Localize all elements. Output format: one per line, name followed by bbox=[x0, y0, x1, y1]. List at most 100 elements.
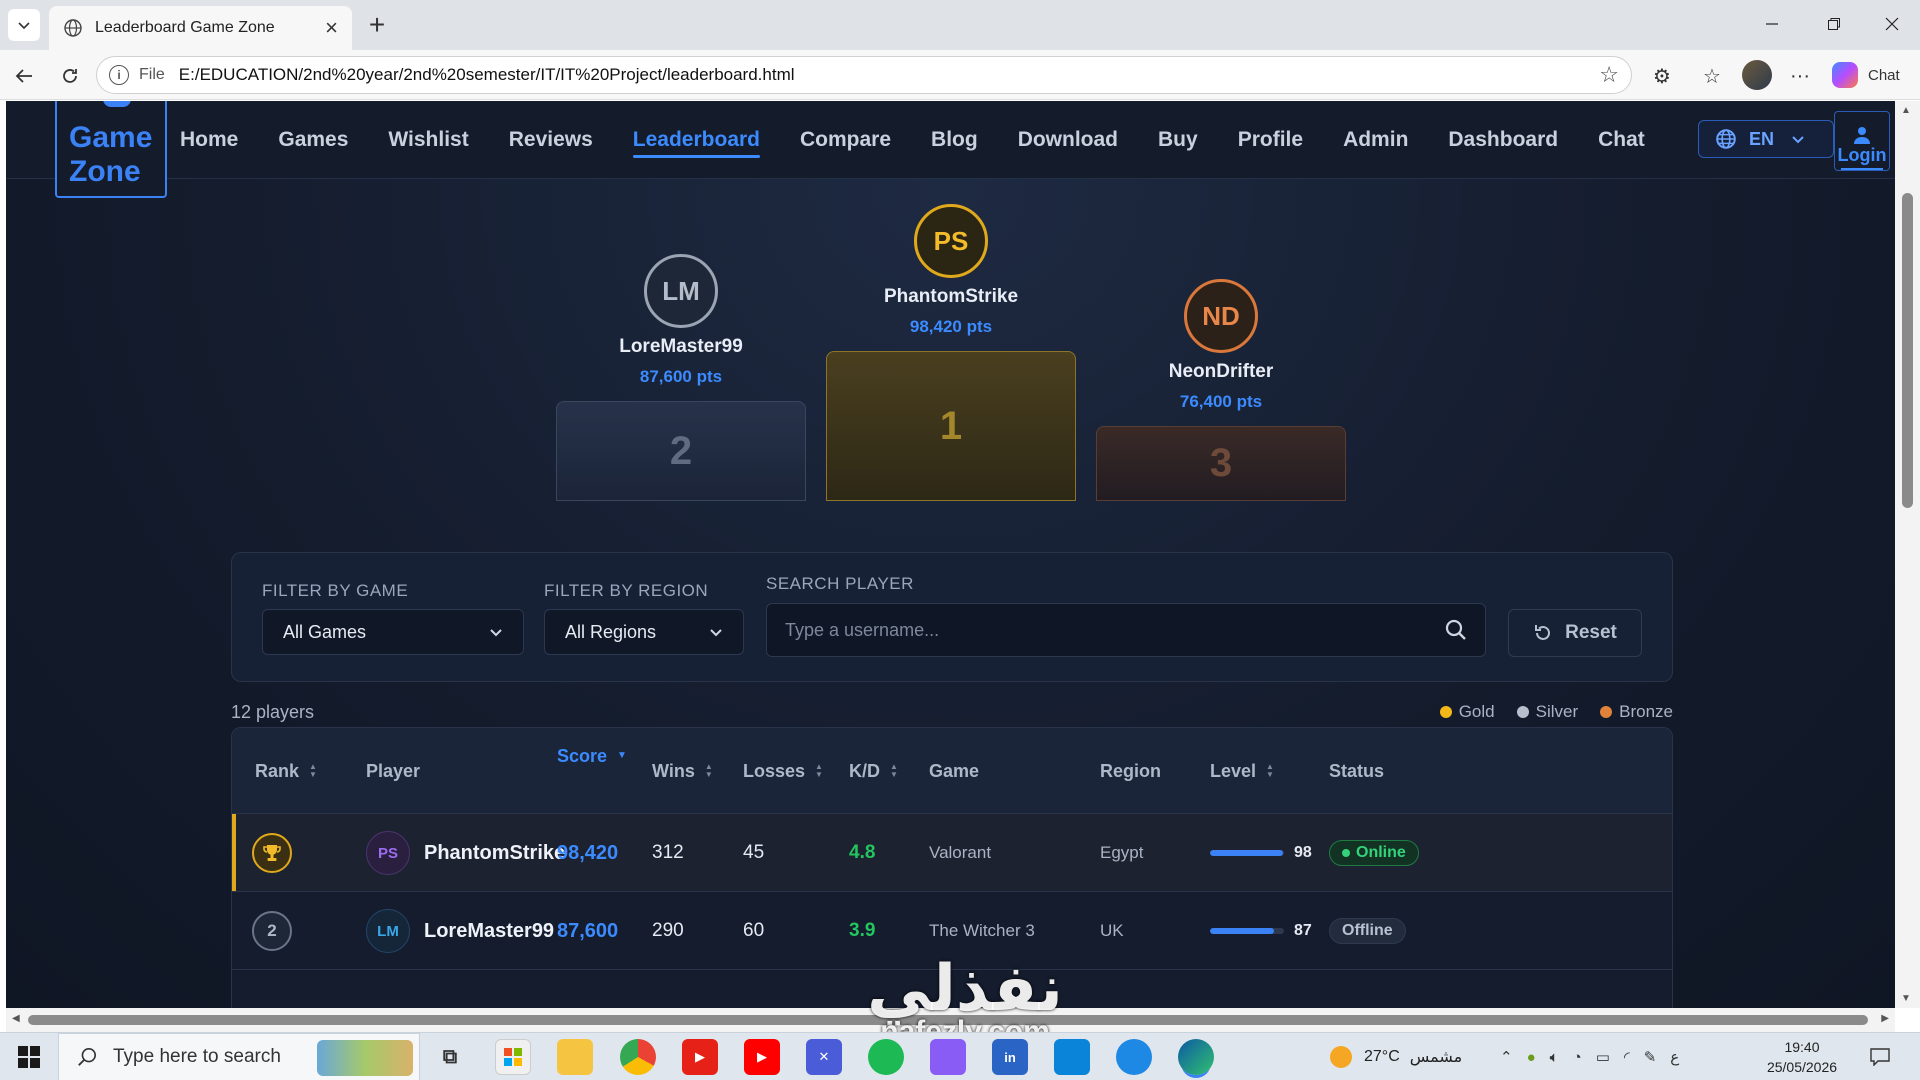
system-clock[interactable]: 19:40 25/05/2026 bbox=[1762, 1037, 1842, 1077]
vertical-scroll-thumb[interactable] bbox=[1902, 193, 1913, 508]
player-cell[interactable]: LM LoreMaster99 bbox=[366, 892, 554, 970]
pen-icon[interactable]: ✎ bbox=[1644, 1048, 1657, 1066]
nav-chat[interactable]: Chat bbox=[1598, 128, 1645, 152]
notifications-icon[interactable] bbox=[1866, 1043, 1894, 1071]
reset-button[interactable]: Reset bbox=[1508, 609, 1642, 657]
tray-chevron-icon[interactable]: ⌃ bbox=[1500, 1048, 1513, 1066]
col-score[interactable]: Score ▼ bbox=[557, 728, 627, 814]
nav-wishlist[interactable]: Wishlist bbox=[388, 128, 468, 152]
nav-profile[interactable]: Profile bbox=[1238, 128, 1303, 152]
network-icon[interactable]: ◔ bbox=[1573, 1049, 1582, 1066]
table-row[interactable] bbox=[232, 970, 1672, 1008]
store-icon[interactable] bbox=[495, 1039, 531, 1075]
region-cell: UK bbox=[1100, 921, 1124, 940]
col-wins[interactable]: Wins ▲ ▼ bbox=[652, 728, 713, 814]
level-bar bbox=[1210, 850, 1284, 856]
brand-logo[interactable]: Game Zone bbox=[55, 101, 167, 198]
app-blue-icon[interactable] bbox=[1116, 1039, 1152, 1075]
chrome-icon[interactable] bbox=[620, 1039, 656, 1075]
linkedin-icon[interactable]: in bbox=[992, 1039, 1028, 1075]
nav-compare[interactable]: Compare bbox=[800, 128, 891, 152]
tab-list-button[interactable] bbox=[8, 9, 40, 41]
horizontal-scroll-thumb[interactable] bbox=[28, 1015, 1868, 1025]
nav-blog[interactable]: Blog bbox=[931, 128, 978, 152]
col-rank[interactable]: Rank ▲ ▼ bbox=[255, 728, 317, 814]
losses-cell: 60 bbox=[743, 920, 765, 941]
close-window-button[interactable] bbox=[1872, 6, 1912, 42]
nav-admin[interactable]: Admin bbox=[1343, 128, 1408, 152]
url-scheme: File bbox=[139, 66, 165, 83]
youtube-app-icon[interactable]: ▶ bbox=[682, 1039, 718, 1075]
tab-close-icon[interactable]: × bbox=[325, 15, 338, 41]
language-label: EN bbox=[1749, 128, 1775, 149]
search-player-input[interactable]: Type a username... bbox=[766, 603, 1486, 657]
trophy-icon bbox=[252, 833, 292, 873]
new-tab-button[interactable]: + bbox=[362, 9, 392, 40]
nav-buy[interactable]: Buy bbox=[1158, 128, 1198, 152]
address-bar[interactable]: i File E:/EDUCATION/2nd%20year/2nd%20sem… bbox=[96, 56, 1632, 94]
legend-silver-label: Silver bbox=[1535, 702, 1579, 721]
favorite-star-icon[interactable]: ☆ bbox=[1599, 62, 1619, 88]
podium-second-avatar: LM bbox=[644, 254, 718, 328]
scroll-up-icon[interactable]: ▲ bbox=[1901, 105, 1911, 116]
podium-third-player[interactable]: ND NeonDrifter 76,400 pts bbox=[1091, 279, 1351, 412]
copilot-chat-button[interactable]: Chat bbox=[1832, 60, 1900, 90]
nav-reviews[interactable]: Reviews bbox=[509, 128, 593, 152]
capcut-icon[interactable]: ✕ bbox=[806, 1039, 842, 1075]
nav-leaderboard[interactable]: Leaderboard bbox=[632, 128, 761, 158]
battery-icon[interactable]: ▭ bbox=[1596, 1048, 1610, 1066]
col-level[interactable]: Level ▲ ▼ bbox=[1210, 728, 1274, 814]
browser-tab[interactable]: Leaderboard Game Zone × bbox=[49, 6, 352, 50]
favorites-icon[interactable]: ☆ bbox=[1698, 62, 1726, 90]
site-header: Game Zone Home Games Wishlist Reviews Le… bbox=[6, 101, 1895, 198]
filter-game-select[interactable]: All Games bbox=[262, 609, 524, 655]
losses-cell: 45 bbox=[743, 842, 765, 863]
minimize-button[interactable] bbox=[1752, 6, 1792, 42]
file-explorer-icon[interactable] bbox=[557, 1039, 593, 1075]
scroll-down-icon[interactable]: ▼ bbox=[1901, 993, 1911, 1004]
input-language[interactable]: ع bbox=[1670, 1048, 1679, 1066]
vscode-icon[interactable] bbox=[930, 1039, 966, 1075]
weather-widget[interactable]: 27°C مشمس bbox=[1330, 1033, 1462, 1080]
restore-button[interactable] bbox=[1814, 6, 1854, 42]
more-menu-icon[interactable]: ··· bbox=[1786, 62, 1814, 90]
edge-icon[interactable] bbox=[1178, 1039, 1214, 1075]
youtube-icon[interactable]: ▶ bbox=[744, 1039, 780, 1075]
vertical-scrollbar[interactable]: ▲ ▼ bbox=[1895, 101, 1920, 1008]
start-button[interactable] bbox=[0, 1033, 58, 1080]
globe-icon bbox=[64, 19, 82, 37]
col-kd[interactable]: K/D ▲ ▼ bbox=[849, 728, 898, 814]
scroll-right-icon[interactable]: ▶ bbox=[1881, 1013, 1889, 1024]
back-button[interactable] bbox=[8, 60, 40, 92]
url-text[interactable]: E:/EDUCATION/2nd%20year/2nd%20semester/I… bbox=[179, 65, 1599, 85]
filter-region-select[interactable]: All Regions bbox=[544, 609, 744, 655]
scroll-left-icon[interactable]: ◀ bbox=[12, 1013, 20, 1024]
table-row[interactable]: PS PhantomStrike 98,420 312 45 4.8 Valor… bbox=[232, 814, 1672, 892]
podium-third-points: 76,400 pts bbox=[1179, 392, 1263, 411]
podium-first-player[interactable]: PS PhantomStrike 98,420 pts bbox=[821, 204, 1081, 337]
task-view-icon[interactable]: ⧉ bbox=[432, 1039, 468, 1075]
login-button[interactable]: Login bbox=[1834, 111, 1890, 171]
nav-home[interactable]: Home bbox=[180, 128, 238, 152]
tray-app-icon[interactable]: ● bbox=[1527, 1049, 1536, 1066]
site-info-icon[interactable]: i bbox=[109, 65, 129, 85]
podium-second-player[interactable]: LM LoreMaster99 87,600 pts bbox=[551, 254, 811, 387]
spotify-icon[interactable] bbox=[868, 1039, 904, 1075]
extensions-icon[interactable]: ⚙ bbox=[1648, 62, 1676, 90]
taskbar-search[interactable]: Type here to search bbox=[58, 1033, 420, 1080]
player-cell[interactable]: PS PhantomStrike bbox=[366, 814, 565, 892]
profile-avatar[interactable] bbox=[1742, 60, 1772, 90]
nav-download[interactable]: Download bbox=[1018, 128, 1118, 152]
language-selector[interactable]: EN bbox=[1698, 120, 1834, 158]
filter-game-value: All Games bbox=[283, 621, 367, 642]
volume-icon[interactable]: 🔈︎ bbox=[1550, 1049, 1559, 1066]
table-row[interactable]: 2 LM LoreMaster99 87,600 290 60 3.9 The … bbox=[232, 892, 1672, 970]
nav-games[interactable]: Games bbox=[278, 128, 348, 152]
nav-dashboard[interactable]: Dashboard bbox=[1448, 128, 1558, 152]
wifi-icon[interactable]: ◜ bbox=[1624, 1048, 1630, 1066]
horizontal-scrollbar[interactable]: ◀ ▶ bbox=[6, 1008, 1895, 1032]
app-icon[interactable] bbox=[1054, 1039, 1090, 1075]
col-losses[interactable]: Losses ▲ ▼ bbox=[743, 728, 823, 814]
region-cell: Egypt bbox=[1100, 843, 1144, 862]
reload-button[interactable] bbox=[54, 60, 86, 92]
